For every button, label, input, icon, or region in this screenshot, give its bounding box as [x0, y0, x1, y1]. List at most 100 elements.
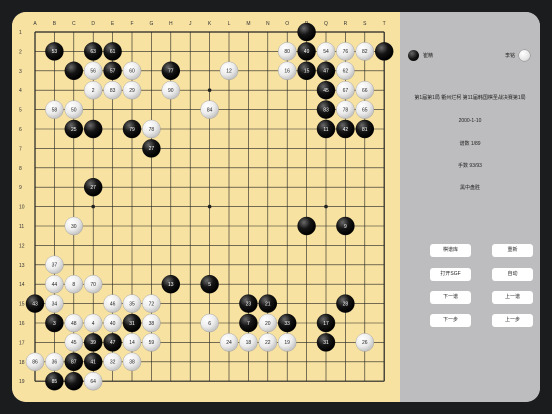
move-number: 47: [323, 69, 329, 75]
move-number: 61: [110, 49, 116, 55]
move-number: 21: [265, 301, 271, 307]
tablet-bezel: ABCDEFGHJKLMNOPQRST123456789101112131415…: [0, 0, 552, 414]
move-number: 27: [90, 185, 96, 191]
row-label: 4: [19, 88, 22, 94]
black-stone[interactable]: [83, 119, 103, 139]
move-number: 14: [129, 340, 135, 346]
column-label: M: [246, 21, 250, 27]
game-date: 2000-1-10: [458, 118, 482, 124]
move-number: 90: [168, 88, 174, 94]
library-button[interactable]: 棋谱库: [430, 244, 471, 257]
black-stone-icon: [408, 50, 419, 61]
move-number: 19: [284, 340, 290, 346]
app-screen: ABCDEFGHJKLMNOPQRST123456789101112131415…: [12, 12, 540, 402]
move-number: 3: [53, 321, 56, 327]
next-move-button[interactable]: 下一步: [430, 314, 471, 327]
black-player-name: 崔精: [423, 53, 434, 59]
white-stone-icon: [519, 50, 530, 61]
board-canvas[interactable]: ABCDEFGHJKLMNOPQRST123456789101112131415…: [12, 12, 400, 402]
column-label: Q: [324, 21, 328, 27]
row-label: 3: [19, 69, 22, 75]
move-number: 30: [71, 224, 77, 230]
move-number: 33: [284, 321, 290, 327]
move-number: 56: [90, 69, 96, 75]
white-player-name: 李铭: [504, 53, 515, 59]
move-number: 79: [129, 127, 135, 133]
move-number: 34: [52, 301, 58, 307]
move-number: 2: [92, 88, 95, 94]
auto-button[interactable]: 自动: [492, 268, 533, 281]
black-stone[interactable]: [64, 61, 83, 80]
black-stone[interactable]: [297, 22, 316, 42]
move-number: 39: [90, 340, 96, 346]
move-number: 17: [323, 321, 329, 327]
black-stone[interactable]: [64, 372, 83, 391]
column-label: L: [228, 21, 231, 27]
black-stone[interactable]: [375, 42, 394, 61]
column-label: K: [208, 21, 212, 27]
move-number: 83: [323, 107, 329, 113]
move-number: 83: [110, 88, 116, 94]
move-number: 6: [208, 321, 211, 327]
move-number: 62: [343, 69, 349, 75]
row-label: 9: [19, 185, 22, 191]
go-board[interactable]: ABCDEFGHJKLMNOPQRST123456789101112131415…: [12, 12, 400, 402]
column-label: O: [285, 21, 289, 27]
move-number: 49: [304, 49, 310, 55]
prev-game-button[interactable]: 上一谱: [492, 291, 533, 304]
reset-button[interactable]: 重新: [492, 244, 533, 257]
move-number: 15: [304, 69, 310, 75]
prev-move-button[interactable]: 上一步: [492, 314, 533, 327]
move-number: 23: [246, 301, 252, 307]
move-number: 45: [323, 88, 329, 94]
column-label: S: [363, 21, 367, 27]
move-number: 46: [110, 301, 116, 307]
move-number: 58: [52, 107, 58, 113]
open-sgf-button[interactable]: 打开SGF: [430, 268, 471, 281]
move-number: 12: [226, 69, 232, 75]
move-number: 20: [265, 321, 271, 327]
next-game-button[interactable]: 下一谱: [430, 291, 471, 304]
column-label: J: [189, 21, 192, 27]
black-stone[interactable]: [297, 216, 316, 236]
column-label: N: [266, 21, 270, 27]
row-label: 5: [19, 108, 22, 114]
move-number: 48: [71, 321, 77, 327]
row-label: 17: [19, 340, 25, 346]
row-label: 1: [19, 30, 22, 36]
move-number: 31: [129, 321, 135, 327]
move-number: 24: [226, 340, 232, 346]
move-number: 66: [362, 88, 368, 94]
move-number: 38: [129, 360, 135, 366]
game-title: 第1届第1局 衢州烂柯 第11届韩国棋圣战决赛第1局: [414, 95, 526, 101]
move-number: 31: [323, 340, 329, 346]
move-number: 25: [71, 127, 77, 133]
column-label: D: [91, 21, 95, 27]
row-label: 18: [19, 360, 25, 366]
move-number: 85: [52, 379, 58, 385]
row-label: 11: [19, 224, 24, 230]
move-number: 65: [362, 107, 368, 113]
move-number: 60: [129, 69, 135, 75]
move-number: 28: [343, 301, 349, 307]
star-point: [207, 88, 212, 92]
row-label: 13: [19, 263, 25, 269]
row-label: 14: [19, 282, 25, 288]
star-point: [207, 204, 212, 209]
column-label: E: [111, 21, 115, 27]
move-number: 37: [52, 263, 58, 269]
move-number: 67: [343, 88, 349, 94]
move-number: 32: [110, 360, 116, 366]
move-number: 78: [343, 107, 349, 113]
move-number: 7: [247, 321, 250, 327]
row-label: 10: [19, 205, 25, 211]
move-number: 47: [110, 340, 116, 346]
column-label: F: [130, 21, 133, 27]
row-label: 12: [19, 243, 25, 249]
row-label: 7: [19, 146, 22, 152]
move-number: 59: [149, 340, 155, 346]
side-panel: 崔精 李铭 第1届第1局 衢州烂柯 第11届韩国棋圣战决赛第1局 2000-1-…: [400, 12, 540, 402]
move-number: 4: [92, 321, 95, 327]
move-number: 11: [323, 127, 328, 133]
move-number: 41: [90, 360, 96, 366]
